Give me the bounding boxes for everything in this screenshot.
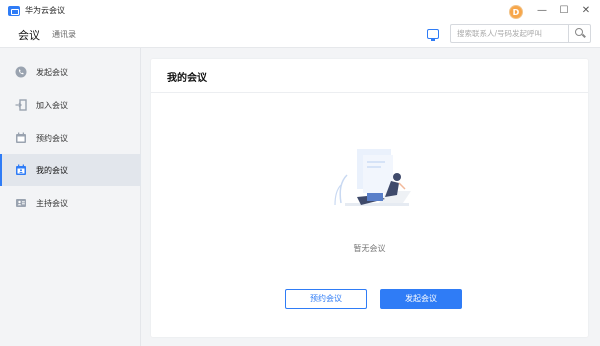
search-box <box>450 24 591 43</box>
search-button[interactable] <box>568 25 590 42</box>
schedule-meeting-button[interactable]: 预约会议 <box>285 289 367 309</box>
main-area: 我的会议 暂无会议 预约会议 发起会议 <box>141 48 600 346</box>
tab-meeting[interactable]: 会议 <box>18 27 40 43</box>
phone-icon <box>15 66 27 78</box>
sidebar-item-label: 我的会议 <box>36 166 68 175</box>
start-meeting-button[interactable]: 发起会议 <box>380 289 462 309</box>
title-bar: 华为云会议 D — ☐ ✕ <box>0 0 600 22</box>
sidebar-item-label: 主持会议 <box>36 199 68 208</box>
top-nav: 会议 通讯录 <box>0 22 600 48</box>
sidebar-item-schedule-meeting[interactable]: 预约会议 <box>0 122 141 154</box>
sidebar-item-join-meeting[interactable]: 加入会议 <box>0 89 141 121</box>
sidebar-item-label: 加入会议 <box>36 101 68 110</box>
calendar-icon <box>16 132 26 143</box>
sidebar-item-label: 预约会议 <box>36 134 68 143</box>
empty-state-text: 暂无会议 <box>353 244 386 253</box>
maximize-button[interactable]: ☐ <box>557 4 571 18</box>
my-meetings-panel: 我的会议 暂无会议 预约会议 发起会议 <box>151 59 588 337</box>
avatar[interactable]: D <box>509 5 523 19</box>
empty-state-illustration <box>334 149 411 206</box>
enter-door-icon <box>15 99 27 111</box>
sidebar-item-my-meetings[interactable]: 我的会议 <box>0 154 141 186</box>
sidebar-item-label: 发起会议 <box>36 68 68 77</box>
tab-contacts[interactable]: 通讯录 <box>52 29 76 40</box>
search-input[interactable] <box>451 25 567 42</box>
minimize-button[interactable]: — <box>535 4 549 18</box>
app-title: 华为云会议 <box>25 6 65 15</box>
sidebar: 发起会议 加入会议 预约会议 我的会议 主持会议 <box>0 48 141 346</box>
close-button[interactable]: ✕ <box>579 4 593 18</box>
host-id-icon <box>16 199 26 207</box>
sidebar-item-host-meeting[interactable]: 主持会议 <box>0 187 141 219</box>
app-logo-icon <box>8 6 20 16</box>
divider <box>151 92 588 93</box>
screen-share-icon[interactable] <box>427 29 439 41</box>
page-title: 我的会议 <box>167 73 207 84</box>
sidebar-item-start-meeting[interactable]: 发起会议 <box>0 56 141 88</box>
calendar-person-icon <box>16 164 26 175</box>
